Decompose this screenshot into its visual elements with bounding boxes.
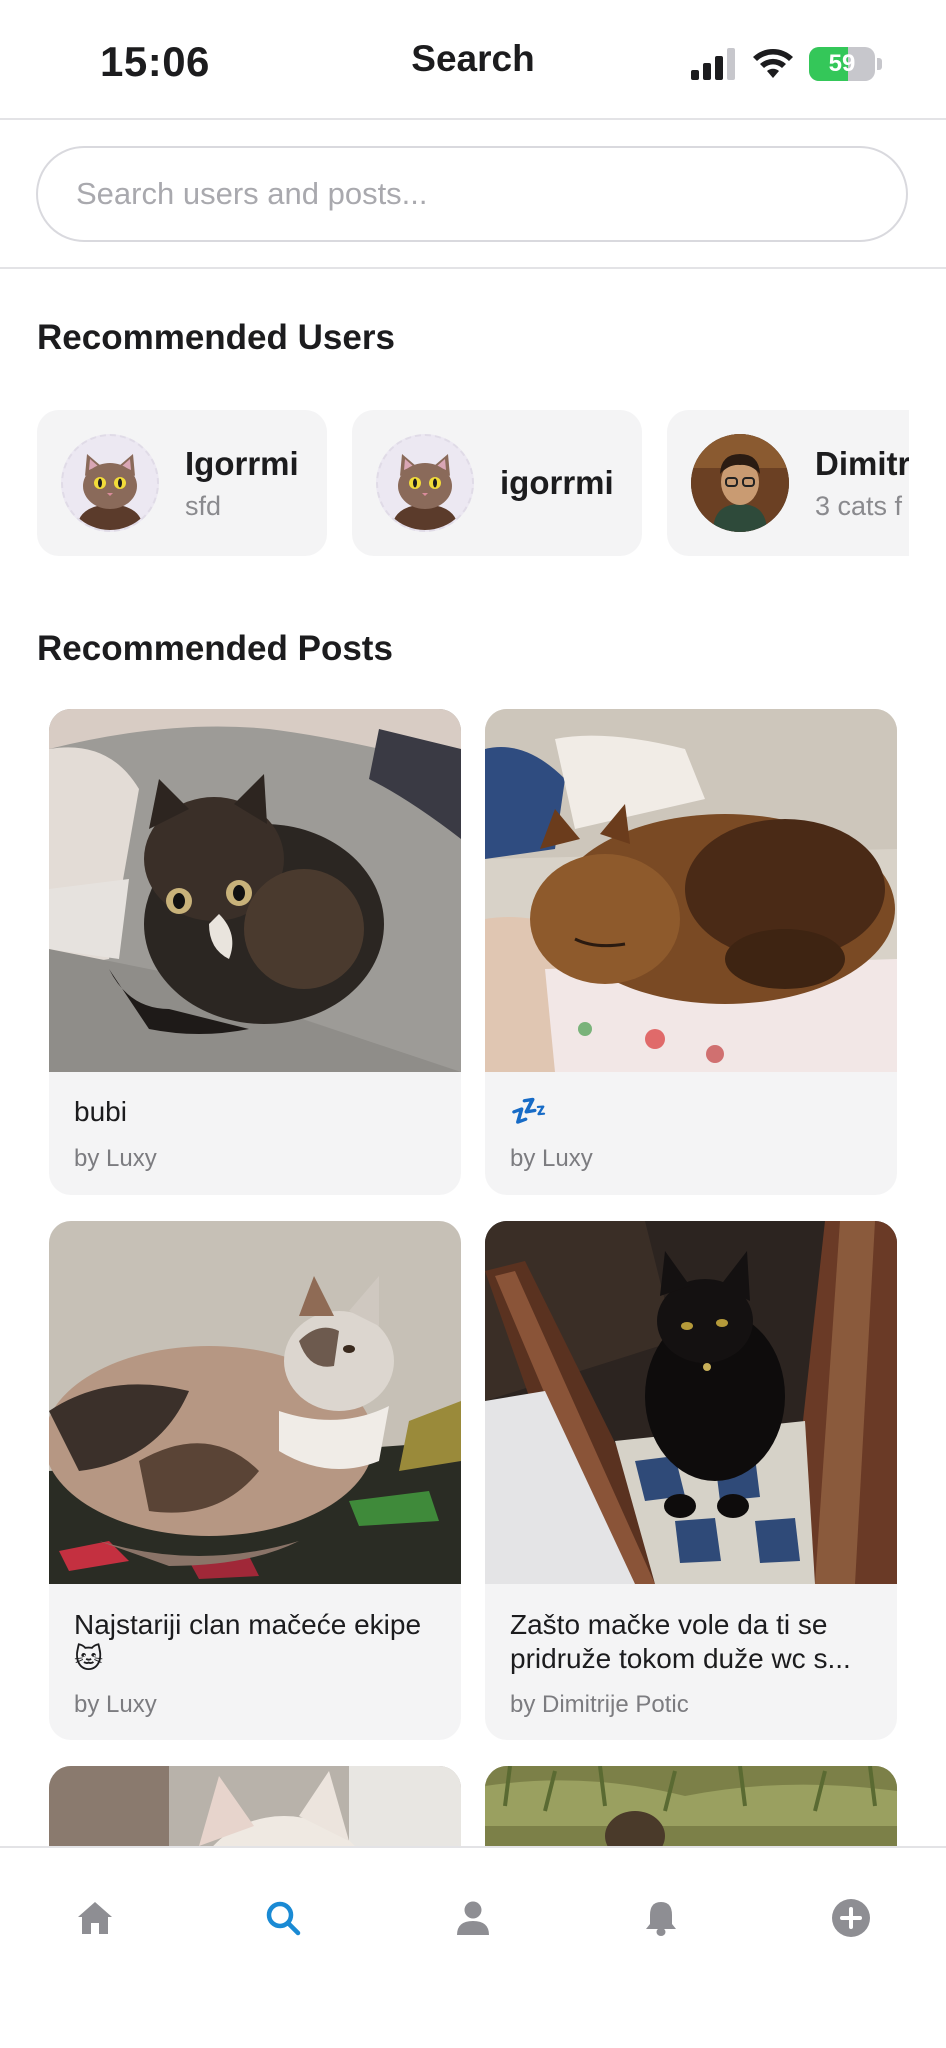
post-caption: bubi — [74, 1096, 127, 1127]
post-card[interactable]: Zašto mačke vole da ti se pridruže tokom… — [485, 1221, 897, 1740]
post-card[interactable]: bubi by Luxy — [49, 709, 461, 1195]
status-icons: 59 — [691, 44, 882, 84]
tab-bar — [0, 1846, 946, 2048]
search-icon — [266, 1901, 301, 1936]
post-author: by Luxy — [74, 1691, 157, 1718]
user-card[interactable]: Dimitr 3 cats f — [667, 410, 909, 556]
user-name: Dimitr — [815, 444, 909, 482]
search-field[interactable] — [36, 146, 908, 242]
post-author: by Dimitrije Potic — [510, 1691, 689, 1718]
post-card[interactable]: 💤 by Luxy — [485, 709, 897, 1195]
avatar — [376, 434, 474, 532]
header-divider — [0, 118, 946, 120]
recommended-users-title: Recommended Users — [37, 318, 395, 357]
cat-avatar-icon — [77, 454, 143, 530]
post-image — [485, 1221, 897, 1584]
recommended-posts-title: Recommended Posts — [37, 629, 393, 668]
search-screen: 15:06 Search 59 Recommended Users — [0, 0, 946, 2048]
user-subtitle: sfd — [185, 490, 222, 521]
tab-profile[interactable] — [449, 1894, 497, 1942]
post-image — [49, 1221, 461, 1584]
post-card[interactable]: Najstariji clan mačeće ekipe 🐱 by Luxy — [49, 1221, 461, 1740]
bell-icon — [646, 1902, 676, 1936]
battery-icon: 59 — [809, 47, 875, 81]
tab-create-post[interactable] — [827, 1894, 875, 1942]
user-name: Igorrmi — [185, 444, 299, 482]
post-image — [49, 709, 461, 1072]
user-subtitle: 3 cats f — [815, 490, 903, 521]
search-input[interactable] — [76, 176, 876, 212]
recommended-users-list[interactable]: Igorrmi sfd igorrmi Dimitr 3 cats f — [37, 410, 909, 556]
battery-cap — [877, 58, 882, 70]
post-author: by Luxy — [74, 1145, 157, 1172]
user-info: Dimitr 3 cats f — [815, 445, 909, 522]
profile-icon — [457, 1901, 489, 1935]
post-caption: Najstariji clan mačeće ekipe 🐱 — [74, 1609, 422, 1674]
search-divider — [0, 267, 946, 269]
post-caption: Zašto mačke vole da ti se pridruže tokom… — [510, 1609, 851, 1674]
user-name: igorrmi — [500, 464, 614, 501]
cellular-signal-icon — [691, 48, 735, 80]
post-author: by Luxy — [510, 1145, 593, 1172]
plus-icon — [832, 1899, 870, 1937]
tab-search[interactable] — [259, 1894, 307, 1942]
home-icon — [78, 1902, 112, 1934]
user-info: Igorrmi sfd — [185, 445, 299, 522]
avatar — [61, 434, 159, 532]
user-photo-icon — [691, 434, 789, 532]
battery-percent: 59 — [828, 50, 856, 77]
post-image — [485, 709, 897, 1072]
avatar — [691, 434, 789, 532]
post-caption: 💤 — [510, 1095, 548, 1128]
cat-avatar-icon — [392, 454, 458, 530]
wifi-icon — [753, 49, 793, 78]
user-card[interactable]: igorrmi — [352, 410, 642, 556]
tab-notifications[interactable] — [637, 1894, 685, 1942]
tab-home[interactable] — [71, 1894, 119, 1942]
user-card[interactable]: Igorrmi sfd — [37, 410, 327, 556]
user-info: igorrmi — [500, 464, 614, 502]
